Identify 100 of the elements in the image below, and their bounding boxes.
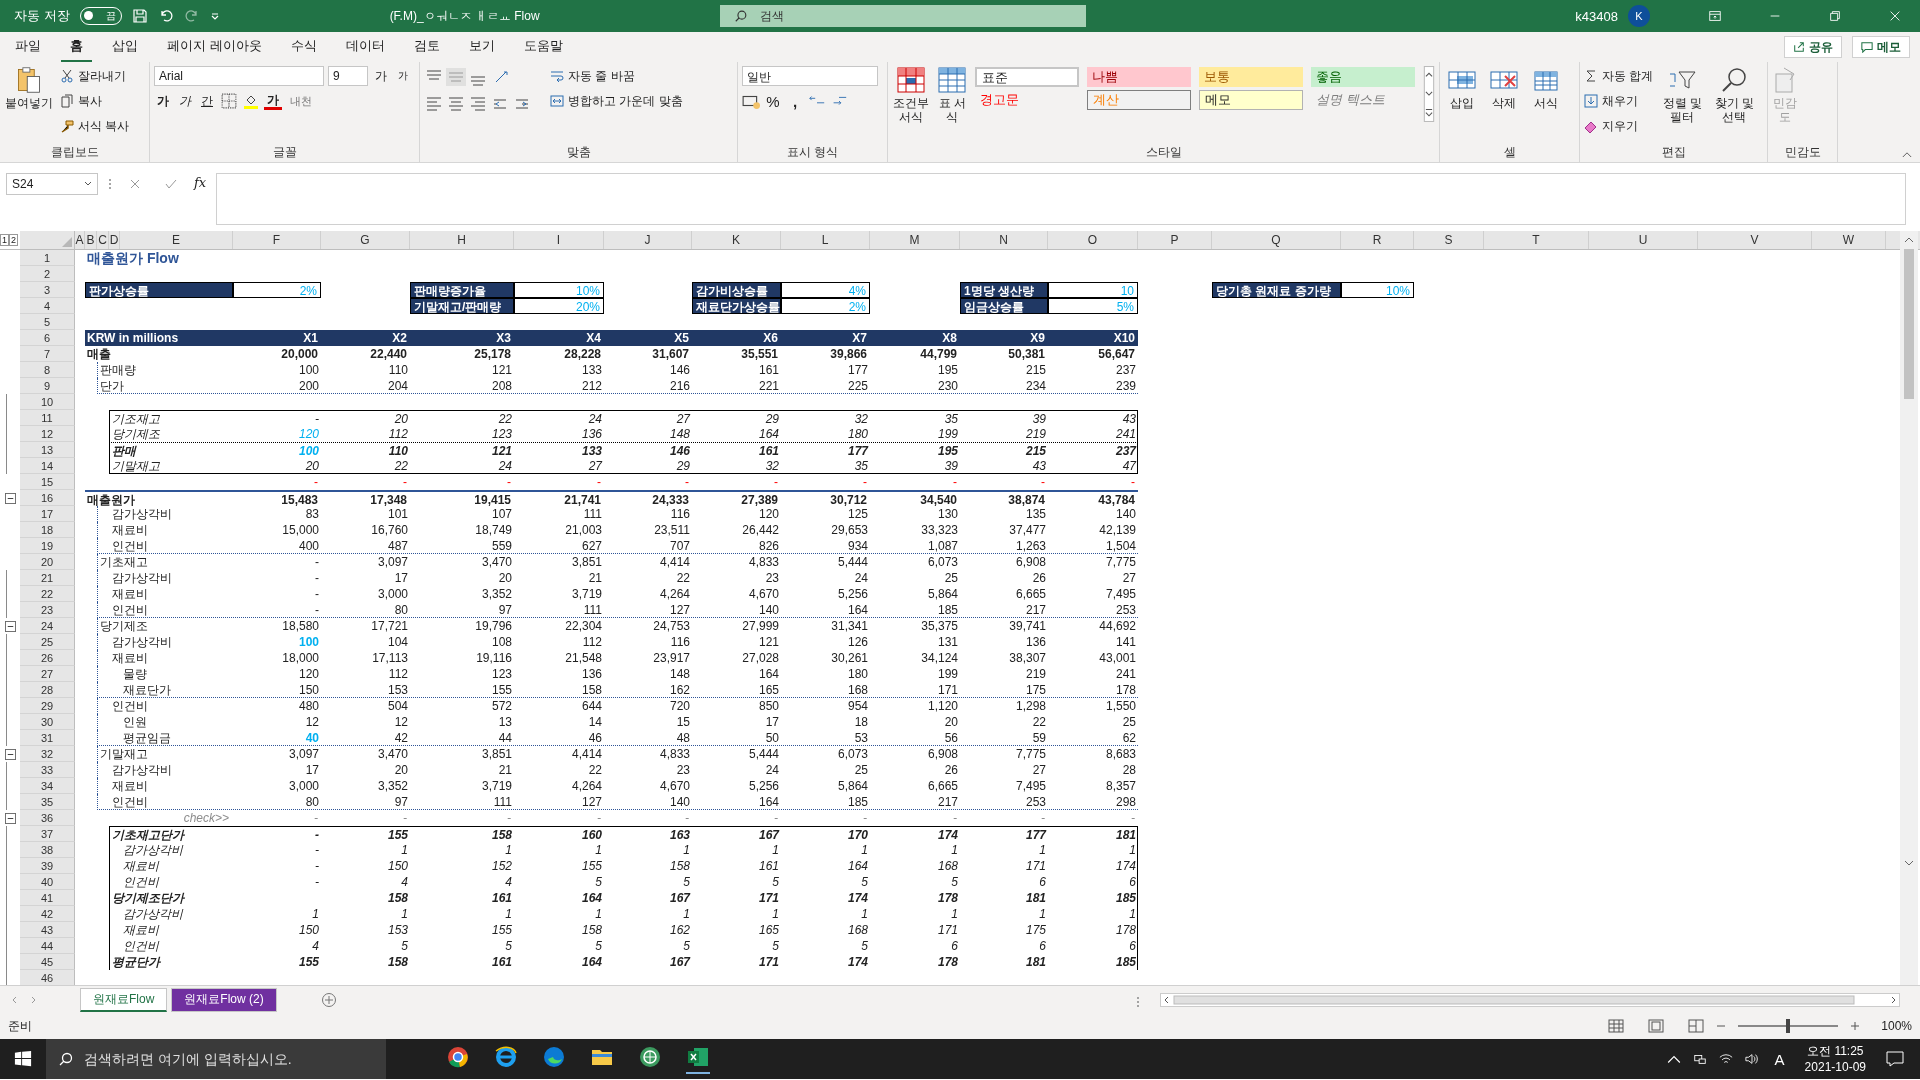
row-header[interactable]: 46: [20, 970, 75, 985]
row-header[interactable]: 16: [20, 490, 75, 506]
name-box[interactable]: S24: [6, 173, 98, 195]
row-header[interactable]: 12: [20, 426, 75, 442]
column-header[interactable]: V: [1698, 231, 1812, 249]
column-header[interactable]: D: [109, 231, 120, 249]
row-header[interactable]: 6: [20, 330, 75, 346]
row-header[interactable]: 3: [20, 282, 75, 298]
row-header[interactable]: 24: [20, 618, 75, 634]
row-header[interactable]: 31: [20, 730, 75, 746]
row-header[interactable]: 20: [20, 554, 75, 570]
customize-icon[interactable]: [209, 11, 220, 21]
share-button[interactable]: 공유: [1784, 36, 1842, 58]
row-header[interactable]: 11: [20, 410, 75, 426]
row-header[interactable]: 4: [20, 298, 75, 314]
sort-filter-button[interactable]: 정렬 및 필터: [1659, 66, 1706, 124]
row-header[interactable]: 32: [20, 746, 75, 762]
column-header[interactable]: H: [410, 231, 514, 249]
row-header[interactable]: 17: [20, 506, 75, 522]
format-cells-button[interactable]: 서식: [1528, 66, 1564, 110]
gallery-scroll-icon[interactable]: [1423, 66, 1435, 122]
search-field[interactable]: 검색: [719, 5, 1086, 27]
save-icon[interactable]: [131, 8, 148, 24]
row-header[interactable]: 1: [20, 250, 75, 266]
row-header[interactable]: 28: [20, 682, 75, 698]
notification-icon[interactable]: [1886, 1051, 1904, 1067]
column-header[interactable]: L: [781, 231, 870, 249]
row-header[interactable]: 40: [20, 874, 75, 890]
row-header[interactable]: 45: [20, 954, 75, 970]
row-header[interactable]: 9: [20, 378, 75, 394]
speaker-icon[interactable]: [1744, 1052, 1759, 1066]
increase-font-button[interactable]: 가: [372, 66, 390, 86]
cell-style-option[interactable]: 표준: [975, 67, 1079, 87]
format-as-table-button[interactable]: 표 서식: [935, 66, 969, 124]
ribbon-tab[interactable]: 삽입: [103, 32, 147, 62]
row-header[interactable]: 7: [20, 346, 75, 362]
comma-button[interactable]: ,: [786, 91, 804, 111]
clear-button[interactable]: 지우기: [1584, 116, 1654, 136]
row-header[interactable]: 2: [20, 266, 75, 282]
italic-button[interactable]: 가: [176, 91, 194, 111]
row-header[interactable]: 36: [20, 810, 75, 826]
collapse-group-icon[interactable]: [4, 812, 16, 824]
taskbar-search-field[interactable]: 검색하려면 여기에 입력하십시오.: [46, 1039, 386, 1079]
cell-style-option[interactable]: 설명 텍스트: [1311, 90, 1415, 110]
cancel-icon[interactable]: [128, 177, 142, 191]
row-header[interactable]: 13: [20, 442, 75, 458]
row-header[interactable]: 18: [20, 522, 75, 538]
add-sheet-icon[interactable]: [320, 991, 337, 1008]
wrap-text-button[interactable]: 자동 줄 바꿈: [550, 66, 683, 86]
column-header[interactable]: K: [692, 231, 781, 249]
ribbon-tab[interactable]: 도움말: [514, 32, 572, 62]
cell-style-option[interactable]: 경고문: [975, 90, 1079, 110]
file-title[interactable]: (F.M)_ㅇㅝㄴㅈ ㅐㄹㅛ Flow: [389, 7, 690, 25]
ribbon-tab[interactable]: 검토: [404, 32, 449, 62]
column-header[interactable]: J: [604, 231, 692, 249]
row-header[interactable]: 15: [20, 474, 75, 490]
row-header[interactable]: 43: [20, 922, 75, 938]
merge-center-button[interactable]: 병합하고 가운데 맞춤: [550, 91, 683, 111]
outline-level-button[interactable]: 2: [9, 234, 18, 246]
ribbon-tab[interactable]: 수식: [281, 32, 326, 62]
percent-button[interactable]: %: [764, 91, 782, 111]
delete-cells-button[interactable]: 삭제: [1486, 66, 1522, 110]
decrease-font-button[interactable]: 가: [394, 66, 412, 86]
font-size-field[interactable]: 9: [328, 66, 368, 86]
comments-button[interactable]: 메모: [1852, 36, 1910, 58]
column-header[interactable]: A: [75, 231, 85, 249]
column-header[interactable]: O: [1048, 231, 1138, 249]
input-method-indicator[interactable]: A: [1774, 1050, 1785, 1068]
clock-time[interactable]: 오전 11:25: [1807, 1043, 1864, 1059]
column-header[interactable]: F: [233, 231, 321, 249]
user-avatar[interactable]: K: [1628, 5, 1650, 27]
bold-button[interactable]: 가: [154, 91, 172, 111]
cell-style-option[interactable]: 나쁨: [1087, 67, 1191, 87]
row-header[interactable]: 25: [20, 634, 75, 650]
column-header[interactable]: G: [321, 231, 410, 249]
row-header[interactable]: 10: [20, 394, 75, 410]
ribbon-display-icon[interactable]: [1708, 9, 1722, 23]
ribbon-tab[interactable]: 페이지 레이아웃: [158, 32, 271, 62]
column-header[interactable]: S: [1414, 231, 1484, 249]
row-header[interactable]: 29: [20, 698, 75, 714]
row-header[interactable]: 44: [20, 938, 75, 954]
zoom-in-icon[interactable]: [1850, 1021, 1860, 1031]
row-header[interactable]: 22: [20, 586, 75, 602]
column-header[interactable]: T: [1484, 231, 1589, 249]
cell-style-option[interactable]: 메모: [1199, 90, 1303, 110]
clock-date[interactable]: 2021-10-09: [1804, 1059, 1866, 1075]
row-header[interactable]: 42: [20, 906, 75, 922]
column-header[interactable]: C: [97, 231, 109, 249]
copy-button[interactable]: 복사: [60, 91, 130, 111]
fill-button[interactable]: 채우기: [1584, 91, 1654, 111]
row-header[interactable]: 21: [20, 570, 75, 586]
row-header[interactable]: 39: [20, 858, 75, 874]
sheet-tab[interactable]: 원재료Flow: [80, 987, 168, 1012]
column-header[interactable]: W: [1812, 231, 1886, 249]
close-icon[interactable]: [1888, 9, 1902, 23]
conditional-format-button[interactable]: 조건부 서식: [892, 66, 930, 124]
column-header[interactable]: P: [1138, 231, 1212, 249]
insert-function-button[interactable]: fx: [194, 175, 207, 190]
font-color-button[interactable]: 가: [264, 92, 282, 110]
column-header[interactable]: N: [960, 231, 1048, 249]
